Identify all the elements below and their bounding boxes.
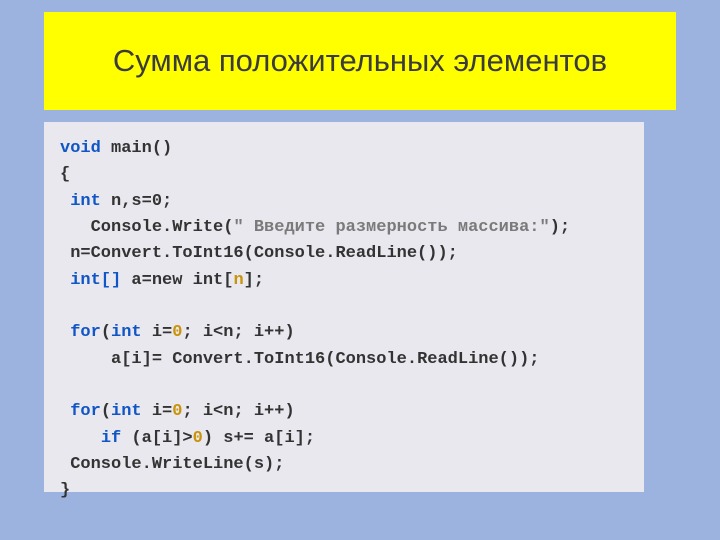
indent bbox=[60, 402, 70, 421]
variable-n: n bbox=[233, 271, 243, 290]
code-line-3: int n,s=0; bbox=[60, 189, 628, 215]
keyword-for: for bbox=[70, 323, 101, 342]
code-text: a=new int[ bbox=[121, 271, 233, 290]
blank-line bbox=[60, 294, 628, 320]
keyword-int: int bbox=[111, 323, 142, 342]
code-text: main() bbox=[101, 139, 172, 158]
code-line-2: { bbox=[60, 162, 628, 188]
indent bbox=[60, 350, 111, 369]
keyword-int: int bbox=[70, 192, 101, 211]
code-text: ( bbox=[101, 323, 111, 342]
code-line-12: if (a[i]>0) s+= a[i]; bbox=[60, 426, 628, 452]
code-line-9: a[i]= Convert.ToInt16(Console.ReadLine()… bbox=[60, 347, 628, 373]
keyword-for: for bbox=[70, 402, 101, 421]
code-text: ( bbox=[101, 402, 111, 421]
string-literal: " Введите размерность массива:" bbox=[233, 218, 549, 237]
code-line-14: } bbox=[60, 478, 628, 504]
code-text: ; i<n; i++) bbox=[182, 323, 294, 342]
code-line-6: int[] a=new int[n]; bbox=[60, 268, 628, 294]
keyword-int: int bbox=[111, 402, 142, 421]
code-text: ); bbox=[550, 218, 570, 237]
title-bar: Сумма положительных элементов bbox=[44, 12, 676, 110]
indent bbox=[60, 429, 101, 448]
keyword-void: void bbox=[60, 139, 101, 158]
code-text: (a[i]> bbox=[131, 429, 192, 448]
keyword-if: if bbox=[101, 429, 132, 448]
keyword-int-array: int[] bbox=[70, 271, 121, 290]
slide: Сумма положительных элементов void main(… bbox=[0, 0, 720, 540]
indent bbox=[60, 455, 70, 474]
number-literal: 0 bbox=[172, 323, 182, 342]
title-text: Сумма положительных элементов bbox=[103, 38, 617, 85]
indent bbox=[60, 271, 70, 290]
number-literal: 0 bbox=[193, 429, 203, 448]
code-text: i= bbox=[142, 402, 173, 421]
code-line-11: for(int i=0; i<n; i++) bbox=[60, 399, 628, 425]
code-text: a[i]= Convert.ToInt16(Console.ReadLine()… bbox=[111, 350, 539, 369]
code-line-1: void main() bbox=[60, 136, 628, 162]
code-line-4: Console.Write(" Введите размерность масс… bbox=[60, 215, 628, 241]
number-literal: 0 bbox=[172, 402, 182, 421]
code-text: ) s+= a[i]; bbox=[203, 429, 315, 448]
code-text: n=Convert.ToInt16(Console.ReadLine()); bbox=[70, 244, 458, 263]
blank-line bbox=[60, 373, 628, 399]
code-text: { bbox=[60, 165, 70, 184]
code-text: Console.Write( bbox=[91, 218, 234, 237]
code-line-5: n=Convert.ToInt16(Console.ReadLine()); bbox=[60, 241, 628, 267]
code-line-13: Console.WriteLine(s); bbox=[60, 452, 628, 478]
code-block: void main() { int n,s=0; Console.Write("… bbox=[44, 122, 644, 492]
code-text: } bbox=[60, 481, 70, 500]
code-line-8: for(int i=0; i<n; i++) bbox=[60, 320, 628, 346]
code-text: i= bbox=[142, 323, 173, 342]
code-text: ]; bbox=[244, 271, 264, 290]
indent bbox=[60, 323, 70, 342]
indent bbox=[60, 192, 70, 211]
code-text: ; i<n; i++) bbox=[182, 402, 294, 421]
indent bbox=[60, 244, 70, 263]
code-text: Console.WriteLine(s); bbox=[70, 455, 284, 474]
indent bbox=[60, 218, 91, 237]
code-text: n,s=0; bbox=[101, 192, 172, 211]
